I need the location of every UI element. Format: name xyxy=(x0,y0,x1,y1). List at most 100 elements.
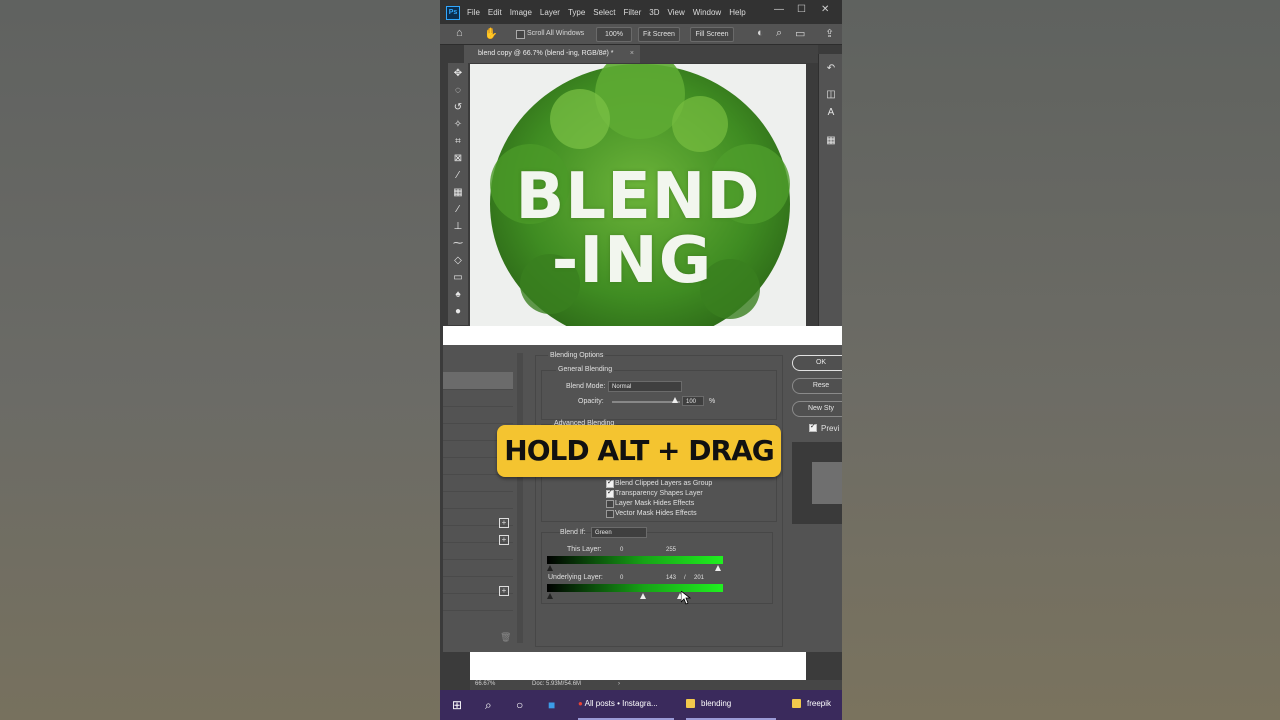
menu-file[interactable]: File xyxy=(467,0,480,24)
style-row-blending-options[interactable] xyxy=(443,372,513,390)
windows-taskbar: ⊞ ⌕ ○ ■ ● All posts • Instagra... blendi… xyxy=(440,690,842,720)
status-bar: 66.67% Doc: 5.93M/54.6M › xyxy=(470,680,842,690)
magic-wand-icon[interactable]: ✧ xyxy=(451,118,465,132)
chrome-icon: ● xyxy=(578,699,583,708)
status-arrow-icon[interactable]: › xyxy=(618,681,620,687)
menu-3d[interactable]: 3D xyxy=(649,0,659,24)
taskbar-item-blending-label: blending xyxy=(701,699,732,708)
crop-tool-icon[interactable]: ⌗ xyxy=(451,135,465,149)
layer-mask-hides-checkbox[interactable] xyxy=(606,500,614,508)
brush-tool-icon[interactable]: ∕ xyxy=(451,203,465,217)
add-stroke-icon[interactable]: + xyxy=(499,518,509,528)
minimize-button[interactable]: — xyxy=(774,4,784,15)
character-icon[interactable]: A xyxy=(823,106,839,120)
outlook-icon[interactable]: ■ xyxy=(548,698,555,712)
windows-start-icon[interactable]: ⊞ xyxy=(452,698,462,712)
vector-mask-hides-label: Vector Mask Hides Effects xyxy=(615,510,697,517)
eraser-icon[interactable]: ◇ xyxy=(451,254,465,268)
transparency-shapes-label: Transparency Shapes Layer xyxy=(615,490,703,497)
maximize-button[interactable]: ☐ xyxy=(797,4,806,15)
healing-brush-icon[interactable]: ▦ xyxy=(451,186,465,200)
taskbar-item-chrome-label: All posts • Instagra... xyxy=(584,699,658,708)
menu-filter[interactable]: Filter xyxy=(624,0,642,24)
trash-icon[interactable]: 🗑 xyxy=(500,632,511,643)
close-button[interactable]: ✕ xyxy=(821,4,829,15)
underlying-high-value: 201 xyxy=(694,575,705,581)
scroll-all-windows-label: Scroll All Windows xyxy=(527,30,585,37)
add-inner-shadow-icon[interactable]: + xyxy=(499,535,509,545)
fill-screen-button[interactable]: Fill Screen xyxy=(690,27,734,42)
opacity-slider[interactable] xyxy=(612,401,680,403)
menu-type[interactable]: Type xyxy=(568,0,585,24)
history-brush-icon[interactable]: ⁓ xyxy=(451,237,465,251)
menu-view[interactable]: View xyxy=(668,0,685,24)
search-icon[interactable]: ⌕ xyxy=(776,27,782,40)
hand-tool-icon[interactable]: ✋ xyxy=(484,27,498,40)
photoshop-logo-icon: Ps xyxy=(446,6,460,20)
blend-clipped-checkbox[interactable]: ✓ xyxy=(606,479,614,488)
menu-help[interactable]: Help xyxy=(729,0,745,24)
frame-tool-icon[interactable]: ⊠ xyxy=(451,152,465,166)
share-icon[interactable]: ◐ xyxy=(757,27,764,39)
export-icon[interactable]: ⇪ xyxy=(825,27,834,40)
preview-checkbox[interactable]: ✓ xyxy=(809,423,817,432)
menu-layer[interactable]: Layer xyxy=(540,0,560,24)
lasso-tool-icon[interactable]: ↺ xyxy=(451,101,465,115)
taskbar-item-chrome[interactable]: ● All posts • Instagra... xyxy=(578,690,674,720)
new-style-button[interactable]: New Sty xyxy=(792,401,842,417)
workspace-icon[interactable]: ▭ xyxy=(795,27,805,40)
blur-tool-icon[interactable]: ♠ xyxy=(451,288,465,302)
menu-window[interactable]: Window xyxy=(693,0,721,24)
preview-label: Previ xyxy=(821,424,840,433)
libraries-icon[interactable]: ▦ xyxy=(823,134,839,148)
style-row[interactable] xyxy=(443,406,513,424)
this-layer-white-handle[interactable] xyxy=(715,565,721,571)
style-row[interactable] xyxy=(443,559,513,577)
style-row[interactable] xyxy=(443,389,513,407)
eyedropper-icon[interactable]: ⁄ xyxy=(451,169,465,183)
home-icon[interactable]: ⌂ xyxy=(456,27,463,39)
document-canvas[interactable]: BLEND -ING xyxy=(470,64,806,326)
style-row[interactable] xyxy=(443,491,513,509)
styles-scrollbar[interactable] xyxy=(517,353,523,643)
taskbar-item-freepik[interactable]: freepik xyxy=(792,690,842,720)
instruction-banner: HOLD ALT + DRAG xyxy=(497,425,781,477)
close-tab-icon[interactable]: × xyxy=(630,45,634,63)
blend-mode-select[interactable]: Normal xyxy=(608,381,682,392)
cortana-icon[interactable]: ○ xyxy=(516,698,523,712)
scroll-all-windows-checkbox[interactable] xyxy=(516,30,525,39)
zoom-level: 66.67% xyxy=(475,681,496,687)
clone-stamp-icon[interactable]: ⊥ xyxy=(451,220,465,234)
menu-edit[interactable]: Edit xyxy=(488,0,502,24)
this-layer-high-value: 255 xyxy=(666,547,677,553)
layer-style-dialog: + + + 🗑 Blending Options General Blendin… xyxy=(443,345,842,652)
reset-button[interactable]: Rese xyxy=(792,378,842,394)
move-tool-icon[interactable]: ✥ xyxy=(451,67,465,81)
layer-mask-hides-label: Layer Mask Hides Effects xyxy=(615,500,695,507)
folder-icon xyxy=(792,699,801,709)
document-tab[interactable]: blend copy @ 66.7% (blend -ing, RGB/8#) … xyxy=(464,45,640,63)
this-layer-black-handle[interactable] xyxy=(547,565,553,571)
underlying-black-handle[interactable] xyxy=(547,593,553,599)
opacity-input[interactable]: 100 xyxy=(682,396,704,406)
adjustments-icon[interactable]: ◫ xyxy=(823,88,839,102)
add-color-overlay-icon[interactable]: + xyxy=(499,586,509,596)
marquee-tool-icon[interactable]: ◌ xyxy=(451,84,465,98)
blend-if-select[interactable]: Green xyxy=(591,527,647,538)
underlying-split-handle-left[interactable] xyxy=(640,593,646,599)
history-icon[interactable]: ↶ xyxy=(823,62,839,76)
canvas-text-blend: BLEND xyxy=(515,160,761,234)
search-icon[interactable]: ⌕ xyxy=(485,698,492,713)
ok-button[interactable]: OK xyxy=(792,355,842,371)
transparency-shapes-checkbox[interactable]: ✓ xyxy=(606,489,614,498)
vector-mask-hides-checkbox[interactable] xyxy=(606,510,614,518)
gradient-tool-icon[interactable]: ▭ xyxy=(451,271,465,285)
menu-image[interactable]: Image xyxy=(510,0,532,24)
opacity-slider-handle[interactable] xyxy=(672,397,678,403)
zoom-100-button[interactable]: 100% xyxy=(596,27,632,42)
taskbar-item-blending[interactable]: blending xyxy=(686,690,776,720)
fit-screen-button[interactable]: Fit Screen xyxy=(638,27,680,42)
menu-select[interactable]: Select xyxy=(593,0,615,24)
dodge-tool-icon[interactable]: ● xyxy=(451,305,465,319)
right-panel-dock: ↶ ◫ A ▦ xyxy=(818,54,842,326)
